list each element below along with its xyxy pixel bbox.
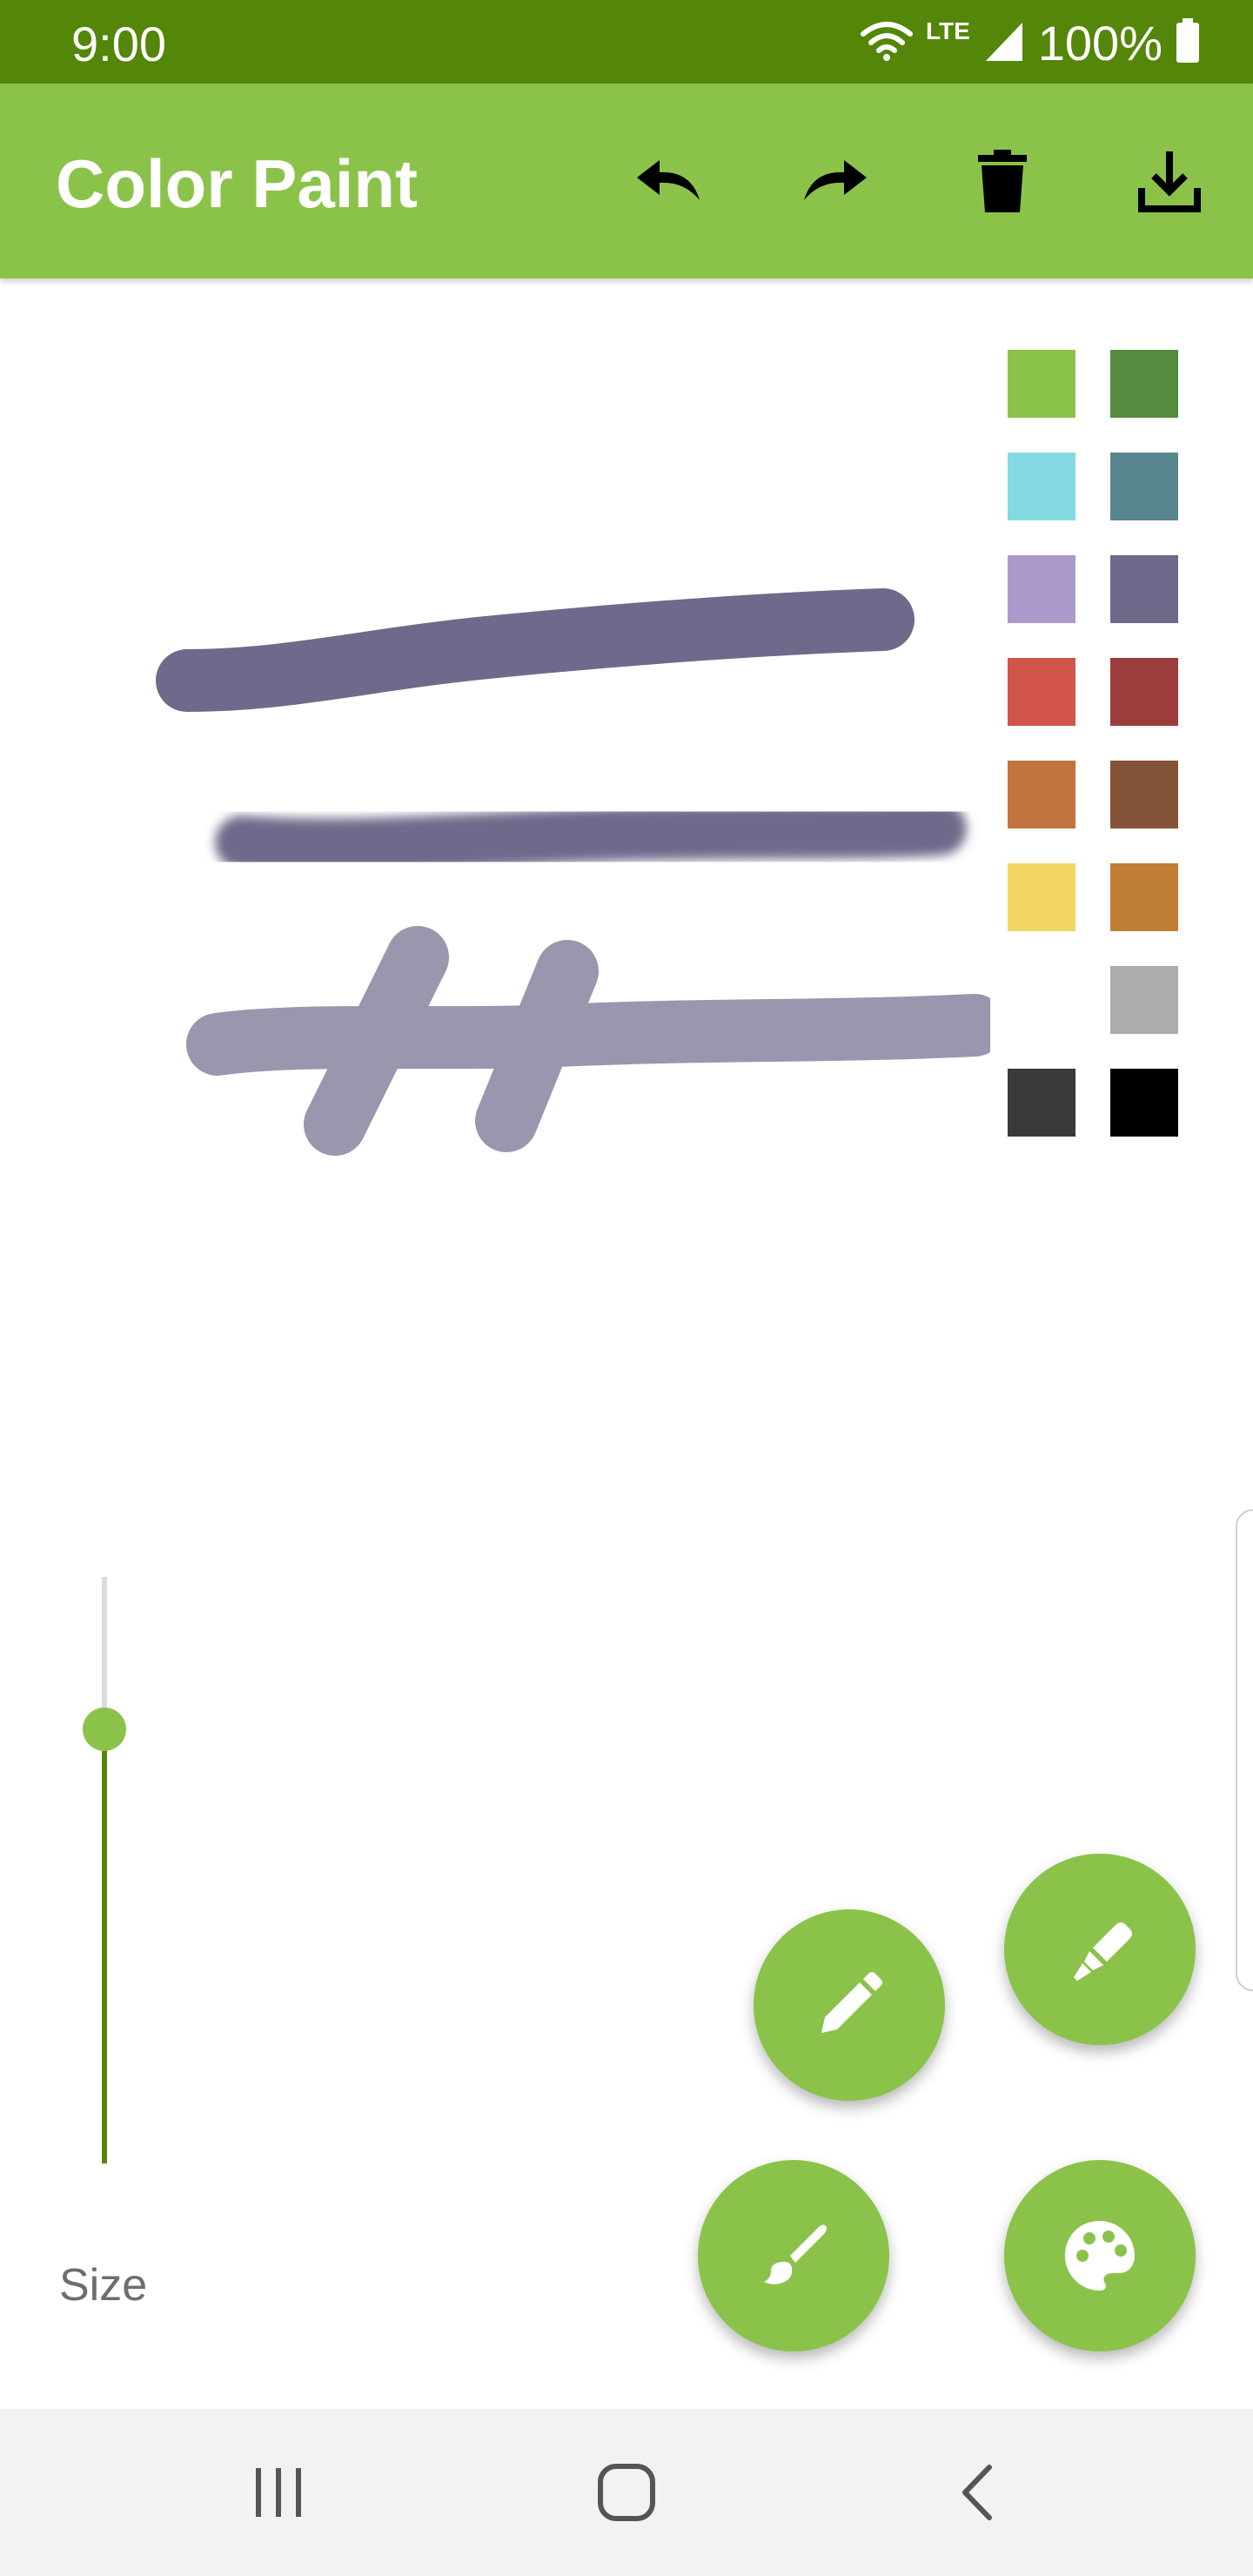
size-slider-track[interactable]: [102, 1577, 107, 2163]
color-swatch[interactable]: [1008, 966, 1075, 1034]
download-button[interactable]: [1126, 138, 1213, 225]
status-bar: 9:00 LTE 100%: [0, 0, 1253, 84]
color-swatch[interactable]: [1008, 453, 1075, 520]
redo-icon: [804, 160, 867, 200]
size-slider-thumb[interactable]: [83, 1707, 126, 1752]
battery-level: 100%: [1037, 15, 1163, 70]
system-nav-bar: [0, 2409, 1253, 2576]
color-swatch[interactable]: [1110, 555, 1178, 623]
palette-icon: [1065, 2221, 1135, 2291]
battery-icon: [1175, 17, 1201, 68]
status-time: 9:00: [71, 17, 166, 71]
color-swatch[interactable]: [1110, 658, 1178, 726]
recents-icon: [256, 2468, 301, 2517]
color-swatch[interactable]: [1008, 863, 1075, 931]
recents-button[interactable]: [235, 2449, 322, 2536]
color-swatch[interactable]: [1008, 555, 1075, 623]
download-icon: [1138, 151, 1201, 212]
size-slider-fill: [102, 1729, 107, 2163]
delete-button[interactable]: [959, 138, 1046, 225]
undo-icon: [637, 160, 700, 200]
blurred-stroke: [215, 802, 967, 873]
color-swatch[interactable]: [1110, 863, 1178, 931]
color-swatch[interactable]: [1008, 658, 1075, 726]
home-button[interactable]: [583, 2449, 670, 2536]
network-type-label: LTE: [925, 17, 970, 44]
color-swatch[interactable]: [1110, 966, 1178, 1034]
color-swatch[interactable]: [1008, 761, 1075, 828]
back-button[interactable]: [935, 2449, 1022, 2536]
size-label: Size: [59, 2260, 148, 2311]
signal-icon: [982, 19, 1026, 67]
home-icon: [598, 2464, 655, 2521]
translucent-stroke: [186, 926, 1006, 1156]
color-swatch[interactable]: [1110, 453, 1178, 520]
color-swatch[interactable]: [1110, 761, 1178, 828]
app-title: Color Paint: [56, 145, 419, 222]
color-swatch[interactable]: [1110, 350, 1178, 418]
redo-button[interactable]: [792, 138, 879, 225]
pencil-tool-button[interactable]: [754, 1909, 945, 2101]
marker-icon: [1074, 1922, 1132, 1981]
app-bar: Color Paint: [0, 84, 1253, 278]
wifi-icon: [860, 20, 914, 66]
palette-tool-button[interactable]: [1004, 2160, 1196, 2351]
color-swatch[interactable]: [1008, 1069, 1075, 1137]
solid-stroke: [156, 588, 915, 712]
color-swatch[interactable]: [1008, 350, 1075, 418]
brush-icon: [764, 2224, 827, 2284]
edge-panel-handle[interactable]: [1236, 1509, 1253, 1991]
trash-icon: [978, 150, 1027, 212]
pencil-icon: [821, 1972, 882, 2033]
undo-button[interactable]: [625, 138, 712, 225]
brush-tool-button[interactable]: [698, 2160, 889, 2351]
marker-tool-button[interactable]: [1004, 1854, 1196, 2045]
color-swatch[interactable]: [1110, 1069, 1178, 1137]
status-indicators: LTE 100%: [860, 12, 1201, 73]
back-icon: [962, 2465, 992, 2520]
